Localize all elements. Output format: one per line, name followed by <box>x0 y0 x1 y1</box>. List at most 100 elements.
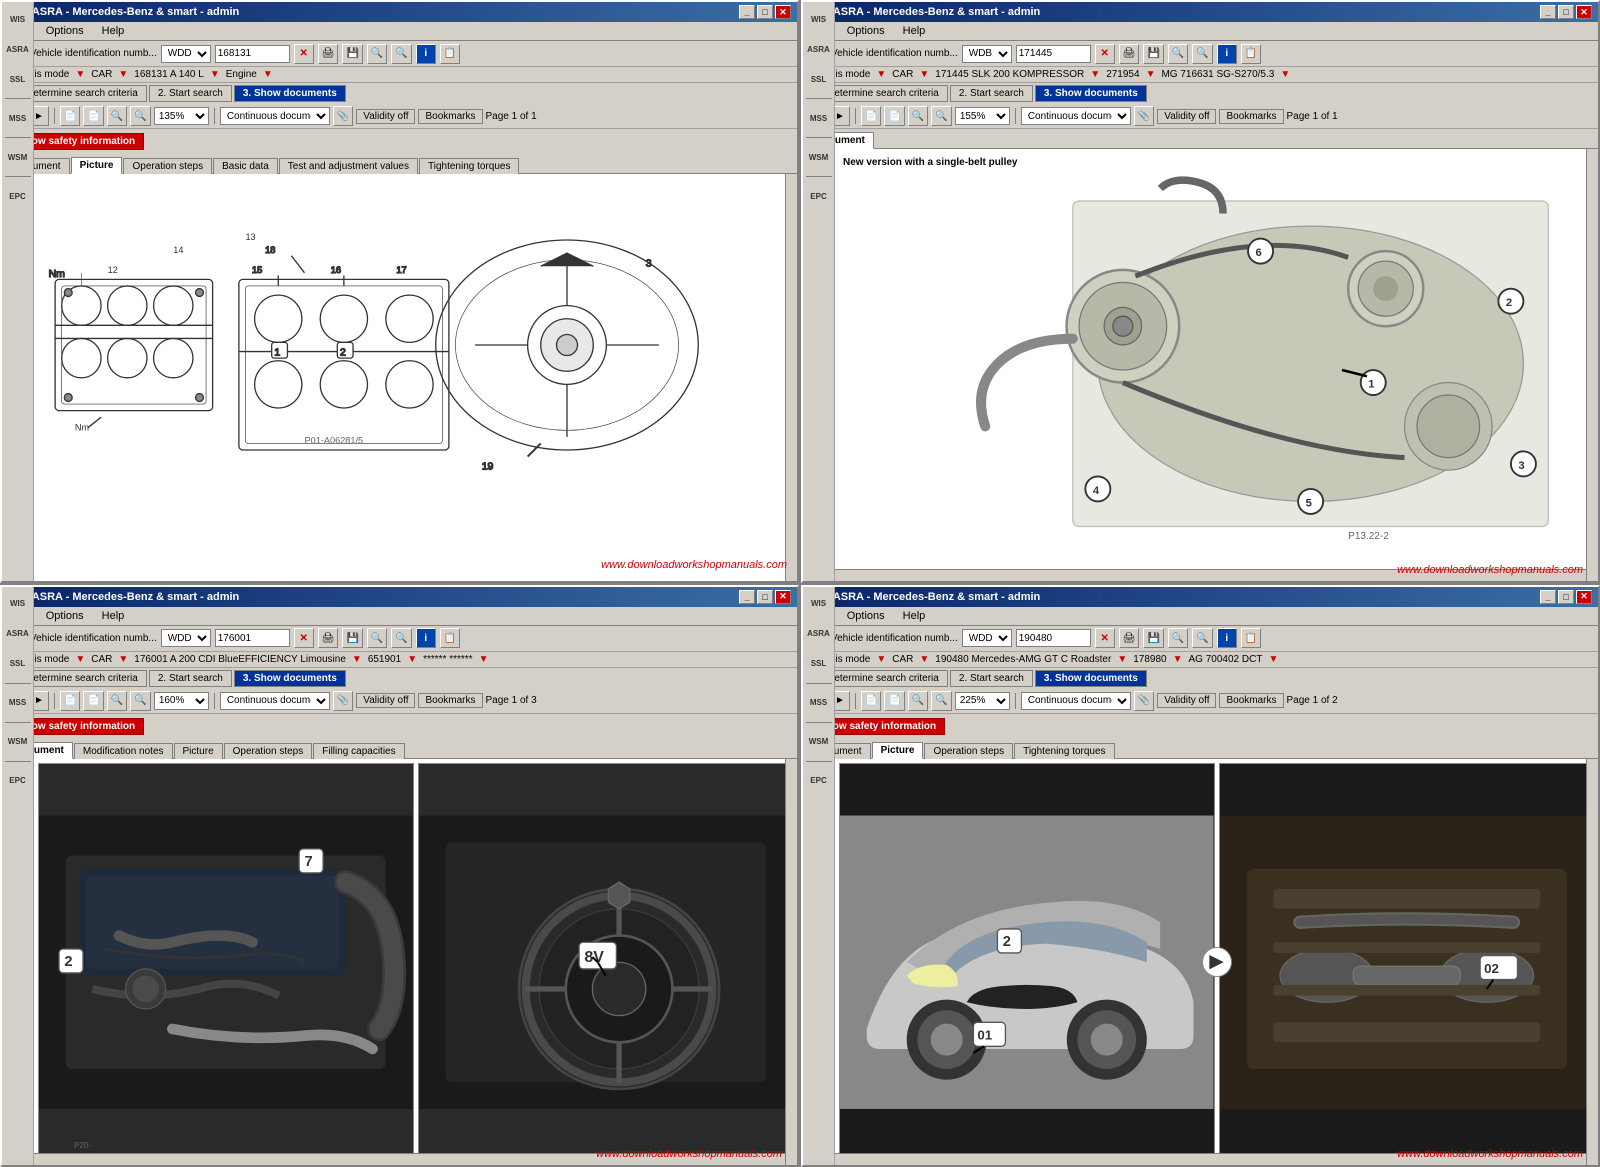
sidebar-epc-4[interactable]: EPC <box>806 768 832 794</box>
tb-icon4-3[interactable]: 🔍 <box>130 691 150 711</box>
scrollbar-v-4[interactable] <box>1586 759 1598 1166</box>
doc-mode-btn-3[interactable]: 📎 <box>333 691 353 711</box>
extra-btn-1[interactable]: 📋 <box>440 44 460 64</box>
menu-options-2[interactable]: Options <box>843 24 889 38</box>
validity-btn-1[interactable]: Validity off <box>356 109 415 124</box>
menu-help-4[interactable]: Help <box>899 609 930 623</box>
zoom-select-4[interactable]: 225% <box>955 692 1010 710</box>
minimize-btn-2[interactable]: _ <box>1540 5 1556 19</box>
tb-icon4-1[interactable]: 🔍 <box>130 106 150 126</box>
print-btn-4[interactable]: 🖨 <box>1119 628 1140 648</box>
search-vin-btn-2[interactable]: ✕ <box>1095 44 1115 64</box>
tb-icon3-2[interactable]: 🔍 <box>908 106 928 126</box>
step3-btn-4[interactable]: 3. Show documents <box>1035 670 1147 687</box>
scrollbar-v-3[interactable] <box>785 759 797 1166</box>
vin-input-2[interactable] <box>1016 45 1091 63</box>
step3-btn-1[interactable]: 3. Show documents <box>234 85 346 102</box>
search-vin-btn-1[interactable]: ✕ <box>294 44 314 64</box>
bookmarks-btn-4[interactable]: Bookmarks <box>1219 693 1283 708</box>
maximize-btn-1[interactable]: □ <box>757 5 773 19</box>
tab-picture-1[interactable]: Picture <box>71 157 123 174</box>
find2-btn-1[interactable]: 🔍 <box>391 44 411 64</box>
scrollbar-h-3[interactable] <box>34 1153 785 1165</box>
maximize-btn-2[interactable]: □ <box>1558 5 1574 19</box>
minimize-btn-3[interactable]: _ <box>739 590 755 604</box>
tab-modnotes-3[interactable]: Modification notes <box>74 743 173 759</box>
tab-testadj-1[interactable]: Test and adjustment values <box>279 158 418 174</box>
validity-btn-2[interactable]: Validity off <box>1157 109 1216 124</box>
doc-mode-1[interactable]: Continuous document <box>220 107 330 125</box>
vin-input-1[interactable] <box>215 45 290 63</box>
brand-select-2[interactable]: WDB <box>962 45 1012 63</box>
close-btn-2[interactable]: ✕ <box>1576 5 1592 19</box>
tb-icon2-1[interactable]: 📄 <box>83 106 103 126</box>
tb-icon1-4[interactable]: 📄 <box>861 691 881 711</box>
tb-icon1-1[interactable]: 📄 <box>60 106 80 126</box>
maximize-btn-3[interactable]: □ <box>757 590 773 604</box>
tb-icon4-2[interactable]: 🔍 <box>931 106 951 126</box>
find2-btn-2[interactable]: 🔍 <box>1192 44 1212 64</box>
find2-btn-3[interactable]: 🔍 <box>391 628 411 648</box>
step2-btn-4[interactable]: 2. Start search <box>950 670 1033 687</box>
info-btn-3[interactable]: i <box>416 628 436 648</box>
doc-mode-btn-1[interactable]: 📎 <box>333 106 353 126</box>
sidebar-epc-2[interactable]: EPC <box>806 183 832 209</box>
tb-icon2-2[interactable]: 📄 <box>884 106 904 126</box>
menu-options-1[interactable]: Options <box>42 24 88 38</box>
step3-btn-3[interactable]: 3. Show documents <box>234 670 346 687</box>
bookmarks-btn-2[interactable]: Bookmarks <box>1219 109 1283 124</box>
step2-btn-1[interactable]: 2. Start search <box>149 85 232 102</box>
scrollbar-h-2[interactable] <box>835 569 1586 581</box>
find-btn-2[interactable]: 🔍 <box>1168 44 1188 64</box>
tab-tightening-4[interactable]: Tightening torques <box>1014 743 1114 759</box>
menu-options-4[interactable]: Options <box>843 609 889 623</box>
doc-mode-4[interactable]: Continuous document <box>1021 692 1131 710</box>
zoom-select-2[interactable]: 155% <box>955 107 1010 125</box>
step2-btn-2[interactable]: 2. Start search <box>950 85 1033 102</box>
close-btn-4[interactable]: ✕ <box>1576 590 1592 604</box>
info-btn-2[interactable]: i <box>1217 44 1237 64</box>
zoom-select-1[interactable]: 135% <box>154 107 209 125</box>
menu-help-1[interactable]: Help <box>98 24 129 38</box>
doc-mode-btn-4[interactable]: 📎 <box>1134 691 1154 711</box>
tab-basicdata-1[interactable]: Basic data <box>213 158 278 174</box>
step3-btn-2[interactable]: 3. Show documents <box>1035 85 1147 102</box>
extra-btn-3[interactable]: 📋 <box>440 628 460 648</box>
extra-btn-2[interactable]: 📋 <box>1241 44 1261 64</box>
save-btn-3[interactable]: 💾 <box>342 628 362 648</box>
scrollbar-v-2[interactable] <box>1586 149 1598 581</box>
info-btn-4[interactable]: i <box>1217 628 1237 648</box>
brand-select-1[interactable]: WDD <box>161 45 211 63</box>
validity-btn-4[interactable]: Validity off <box>1157 693 1216 708</box>
save-btn-1[interactable]: 💾 <box>342 44 362 64</box>
close-btn-3[interactable]: ✕ <box>775 590 791 604</box>
tb-icon2-3[interactable]: 📄 <box>83 691 103 711</box>
tab-tightening-1[interactable]: Tightening torques <box>419 158 519 174</box>
bookmarks-btn-3[interactable]: Bookmarks <box>418 693 482 708</box>
print-btn-2[interactable]: 🖨 <box>1119 44 1140 64</box>
tab-opsteps-3[interactable]: Operation steps <box>224 743 313 759</box>
brand-select-4[interactable]: WDD <box>962 629 1012 647</box>
sidebar-epc-3[interactable]: EPC <box>5 768 31 794</box>
print-btn-3[interactable]: 🖨 <box>318 628 339 648</box>
tb-icon3-3[interactable]: 🔍 <box>107 691 127 711</box>
vin-input-3[interactable] <box>215 629 290 647</box>
menu-help-2[interactable]: Help <box>899 24 930 38</box>
minimize-btn-1[interactable]: _ <box>739 5 755 19</box>
vin-input-4[interactable] <box>1016 629 1091 647</box>
zoom-select-3[interactable]: 160% <box>154 692 209 710</box>
tab-picture-3[interactable]: Picture <box>174 743 223 759</box>
tb-icon2-4[interactable]: 📄 <box>884 691 904 711</box>
close-btn-1[interactable]: ✕ <box>775 5 791 19</box>
sidebar-epc-1[interactable]: EPC <box>5 183 31 209</box>
find-btn-4[interactable]: 🔍 <box>1168 628 1188 648</box>
bookmarks-btn-1[interactable]: Bookmarks <box>418 109 482 124</box>
print-btn-1[interactable]: 🖨 <box>318 44 339 64</box>
tab-opsteps-1[interactable]: Operation steps <box>123 158 212 174</box>
tab-opsteps-4[interactable]: Operation steps <box>924 743 1013 759</box>
validity-btn-3[interactable]: Validity off <box>356 693 415 708</box>
find-btn-1[interactable]: 🔍 <box>367 44 387 64</box>
find2-btn-4[interactable]: 🔍 <box>1192 628 1212 648</box>
tb-icon1-3[interactable]: 📄 <box>60 691 80 711</box>
maximize-btn-4[interactable]: □ <box>1558 590 1574 604</box>
